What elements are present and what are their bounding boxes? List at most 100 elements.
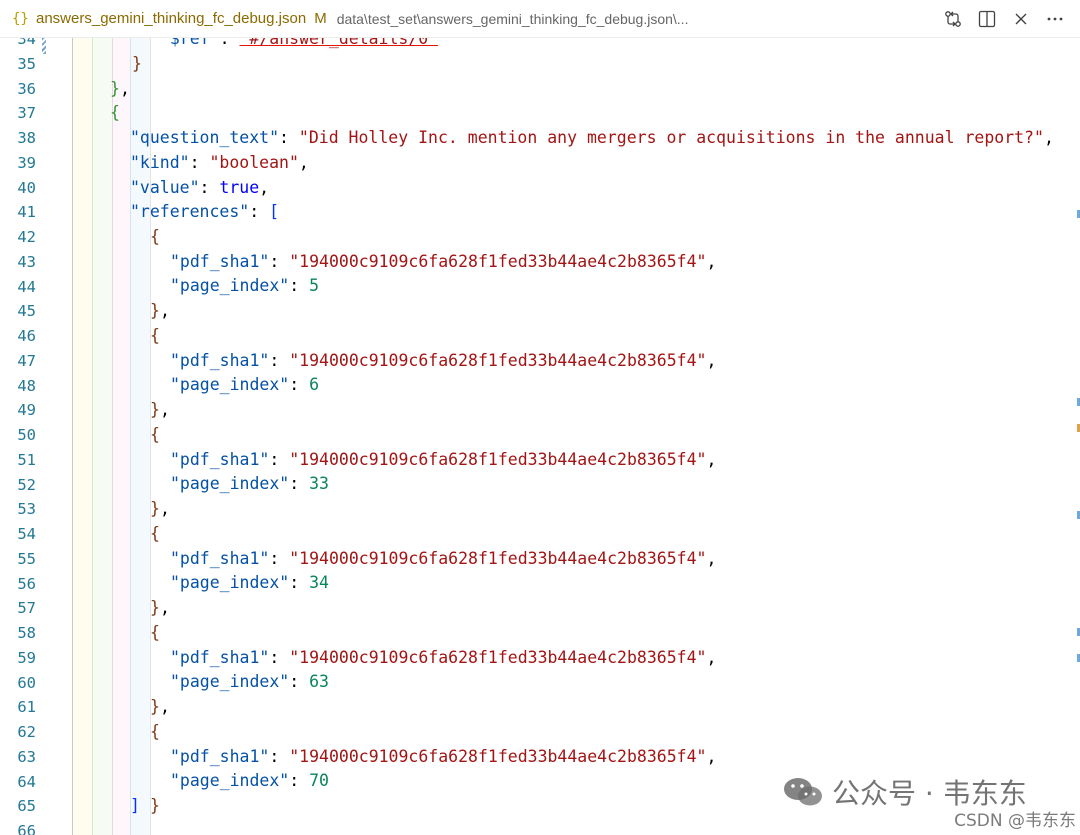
- breadcrumb-path[interactable]: data\test_set\answers_gemini_thinking_fc…: [337, 11, 689, 27]
- code-line: {: [150, 424, 160, 444]
- line-number: 60: [17, 673, 36, 692]
- code-line: },: [150, 697, 170, 716]
- code-line: "pdf_sha1": "194000c9109c6fa628f1fed33b4…: [170, 548, 717, 568]
- json-key: "page_index": [170, 573, 290, 593]
- code-line: "page_index": 33: [170, 474, 329, 494]
- code-line: "pdf_sha1": "194000c9109c6fa628f1fed33b4…: [170, 746, 717, 766]
- line-number: 42: [17, 228, 36, 246]
- code-line: "pdf_sha1": "194000c9109c6fa628f1fed33b4…: [170, 647, 717, 667]
- json-key: "page_index": [170, 474, 290, 494]
- json-key: "$ref": [160, 38, 220, 48]
- indent-band-2: [92, 38, 112, 835]
- json-key: "pdf_sha1": [170, 746, 270, 766]
- line-number: 52: [17, 475, 36, 494]
- code-line: "kind": "boolean",: [130, 152, 309, 172]
- line-number: 49: [17, 401, 36, 420]
- json-ref-link[interactable]: "#/answer_details/0": [239, 38, 438, 48]
- json-string: "Did Holley Inc. mention any mergers or …: [298, 128, 1044, 147]
- line-number: 66: [17, 822, 36, 835]
- watermark-sub-text: CSDN @韦东东: [954, 806, 1076, 831]
- line-number: 63: [17, 747, 36, 766]
- json-string: "194000c9109c6fa628f1fed33b44ae4c2b8365f…: [289, 350, 707, 370]
- json-string: "194000c9109c6fa628f1fed33b44ae4c2b8365f…: [289, 251, 707, 271]
- line-number: 58: [17, 624, 36, 642]
- code-line: "pdf_sha1": "194000c9109c6fa628f1fed33b4…: [170, 449, 717, 469]
- code-line: "page_index": 6: [170, 375, 320, 395]
- json-key: "kind": [130, 152, 190, 172]
- code-line: },: [150, 400, 170, 419]
- json-boolean: true: [219, 177, 260, 197]
- json-key: "page_index": [170, 771, 290, 791]
- close-icon[interactable]: [1004, 4, 1038, 34]
- json-key: "page_index": [170, 276, 290, 296]
- code-line: "page_index": 5: [170, 276, 320, 296]
- dirty-diff-marker: [42, 38, 46, 54]
- code-line: "pdf_sha1": "194000c9109c6fa628f1fed33b4…: [170, 251, 717, 271]
- code-line: {: [150, 523, 160, 543]
- editor-actions: [936, 0, 1072, 38]
- line-number: 59: [17, 648, 36, 667]
- code-line: {: [150, 721, 160, 741]
- json-string: "194000c9109c6fa628f1fed33b44ae4c2b8365f…: [289, 548, 707, 568]
- indent-band-3: [112, 38, 130, 835]
- line-number: 47: [17, 351, 36, 370]
- code-line: "pdf_sha1": "194000c9109c6fa628f1fed33b4…: [170, 350, 717, 370]
- line-number: 40: [17, 178, 36, 197]
- line-number: 51: [17, 450, 36, 469]
- json-key: "references": [130, 202, 250, 222]
- code-line: }: [132, 53, 142, 73]
- wechat-icon: [782, 775, 826, 809]
- indent-guide: [72, 38, 73, 835]
- line-number: 36: [17, 79, 36, 98]
- line-number: 46: [17, 327, 36, 345]
- file-name[interactable]: answers_gemini_thinking_fc_debug.json: [36, 10, 306, 27]
- json-number: 6: [309, 375, 320, 395]
- code-line: "page_index": 70: [170, 771, 329, 791]
- json-string: "194000c9109c6fa628f1fed33b44ae4c2b8365f…: [289, 449, 707, 469]
- json-number: 34: [309, 573, 329, 593]
- line-number: 61: [17, 698, 36, 717]
- code-line: "question_text": "Did Holley Inc. mentio…: [130, 128, 1054, 147]
- json-string: "boolean": [209, 152, 299, 172]
- line-number: 55: [17, 549, 36, 568]
- line-number: 44: [17, 277, 36, 296]
- indent-guide: [112, 38, 113, 835]
- code-line: },: [150, 499, 170, 518]
- code-line: ]: [130, 796, 140, 816]
- code-line: },: [150, 301, 170, 320]
- more-actions-icon[interactable]: [1038, 4, 1072, 34]
- json-key: "pdf_sha1": [170, 548, 270, 568]
- line-number: 35: [17, 54, 36, 73]
- editor-tab-header: {} answers_gemini_thinking_fc_debug.json…: [0, 0, 1080, 38]
- code-line: "references": [: [130, 202, 280, 222]
- indent-band-1: [72, 38, 92, 835]
- json-key: "page_index": [170, 672, 290, 692]
- line-number: 54: [17, 525, 36, 543]
- code-line: "value": true,: [130, 177, 270, 197]
- line-number: 48: [17, 376, 36, 395]
- code-line: },: [150, 598, 170, 617]
- line-number: 64: [17, 772, 36, 791]
- line-number: 37: [17, 104, 36, 123]
- json-string: "194000c9109c6fa628f1fed33b44ae4c2b8365f…: [289, 647, 707, 667]
- json-key: "value": [130, 177, 200, 197]
- json-key: "page_index": [170, 375, 290, 395]
- json-string: "194000c9109c6fa628f1fed33b44ae4c2b8365f…: [289, 746, 707, 766]
- json-file-icon: {}: [12, 10, 29, 27]
- line-number: 57: [17, 599, 36, 618]
- compare-changes-icon[interactable]: [936, 4, 970, 34]
- code-line: "$ref": "#/answer_details/0": [160, 38, 438, 52]
- line-number: 43: [17, 252, 36, 271]
- line-number: 38: [17, 129, 36, 147]
- json-key: "pdf_sha1": [170, 251, 270, 271]
- split-editor-icon[interactable]: [970, 4, 1004, 34]
- code-line: {: [110, 103, 120, 123]
- json-number: 63: [309, 672, 329, 692]
- code-line: },: [110, 78, 130, 98]
- line-number: 62: [17, 723, 36, 741]
- code-editor[interactable]: 34 35 36 37 38 39 40 41 42 43 44 45 46 47 48 49 50 51 52 53…: [0, 38, 1080, 835]
- json-key: "pdf_sha1": [170, 350, 270, 370]
- indent-guide: [92, 38, 93, 835]
- json-key: "pdf_sha1": [170, 647, 270, 667]
- code-line: "page_index": 63: [170, 672, 329, 692]
